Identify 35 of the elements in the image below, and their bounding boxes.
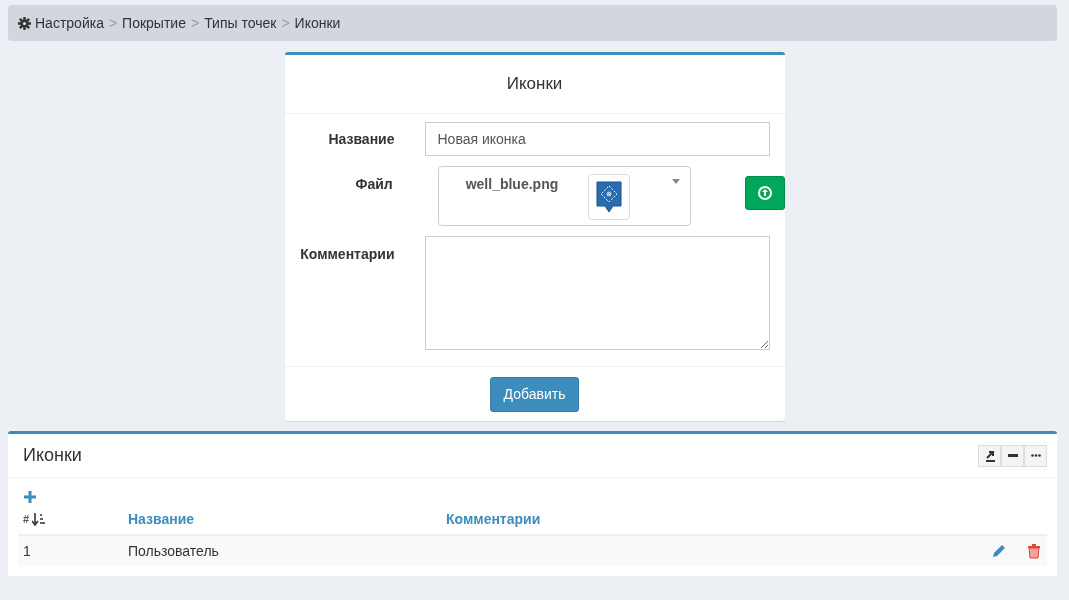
dropdown-caret-icon xyxy=(671,179,680,184)
column-header[interactable]: # xyxy=(23,510,30,528)
name-field[interactable]: Новая иконка xyxy=(424,122,770,156)
field-label: Комментарии xyxy=(299,245,395,264)
breadcrumb-separator: > xyxy=(281,13,290,33)
file-select[interactable]: well_blue.png xyxy=(437,166,691,226)
collapse-button[interactable] xyxy=(1001,444,1024,467)
table-cell-text: 1 xyxy=(22,541,32,561)
delete-icon[interactable] xyxy=(1027,543,1041,559)
panel-title: Иконки xyxy=(23,444,82,467)
breadcrumb-link[interactable]: Настройка xyxy=(35,12,104,34)
breadcrumb-link[interactable]: Покрытие xyxy=(122,12,186,34)
minus-icon xyxy=(1007,453,1018,458)
upload-icon xyxy=(757,186,772,200)
export-icon xyxy=(983,449,996,462)
edit-icon[interactable] xyxy=(991,543,1007,559)
settings-icon xyxy=(18,16,31,30)
breadcrumb-separator: > xyxy=(108,13,118,33)
export-button[interactable] xyxy=(978,444,1001,467)
field-label: Название xyxy=(327,129,395,149)
table-cell-text: Пользователь xyxy=(128,541,220,561)
add-icon[interactable] xyxy=(23,490,37,504)
more-button[interactable] xyxy=(1024,444,1047,467)
sort-icon xyxy=(32,512,47,526)
dots-icon xyxy=(1030,454,1041,457)
breadcrumb-link[interactable]: Типы точек xyxy=(204,12,277,34)
add-button[interactable]: Добавить xyxy=(489,376,580,412)
field-label: Файл xyxy=(354,175,393,194)
marker-icon xyxy=(588,174,631,220)
column-header[interactable]: Комментарии xyxy=(446,508,541,530)
upload-button[interactable] xyxy=(744,176,785,210)
form-title: Иконки xyxy=(506,73,563,96)
column-header[interactable]: Название xyxy=(128,508,446,530)
comment-field[interactable] xyxy=(424,236,770,350)
breadcrumb-separator: > xyxy=(190,13,200,33)
